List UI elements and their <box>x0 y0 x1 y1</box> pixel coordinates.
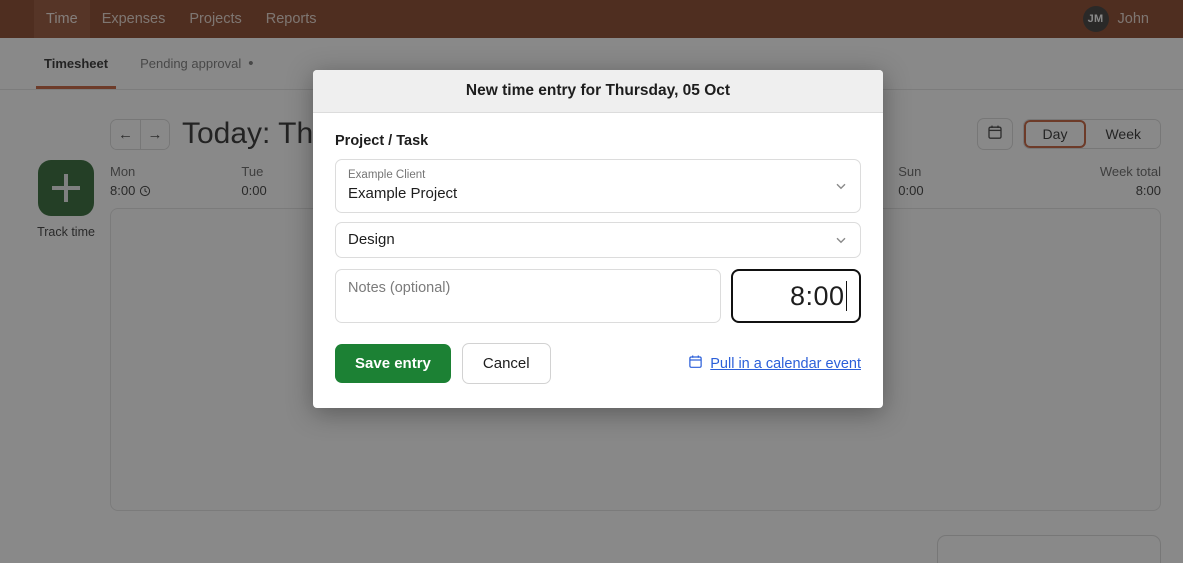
text-cursor <box>845 281 847 312</box>
cancel-button[interactable]: Cancel <box>461 343 551 385</box>
task-select[interactable]: Design <box>335 221 861 259</box>
project-select-text: Example Client Example Project <box>348 168 834 204</box>
pull-calendar-event-label: Pull in a calendar event <box>710 355 861 372</box>
dialog-actions: Save entry Cancel Pull in a calendar eve… <box>335 343 861 385</box>
notes-input[interactable]: Notes (optional) <box>335 269 721 324</box>
task-name: Design <box>348 230 395 248</box>
chevron-down-icon <box>834 233 848 247</box>
project-client-name: Example Client <box>348 169 426 181</box>
project-select[interactable]: Example Client Example Project <box>335 159 861 213</box>
app-root: Time Expenses Projects Reports JM John T… <box>0 0 1183 563</box>
calendar-icon <box>688 354 703 373</box>
project-task-label: Project / Task <box>335 133 429 149</box>
project-name: Example Project <box>348 184 458 202</box>
dialog-title: New time entry for Thursday, 05 Oct <box>313 70 883 113</box>
task-select-text: Design <box>348 230 834 250</box>
pull-calendar-event-link[interactable]: Pull in a calendar event <box>688 354 861 373</box>
notes-time-row: Notes (optional) 8:00 <box>335 269 861 324</box>
dialog-body: Project / Task Example Client Example Pr… <box>313 113 883 408</box>
new-time-entry-dialog: New time entry for Thursday, 05 Oct Proj… <box>313 70 883 409</box>
save-entry-button[interactable]: Save entry <box>335 344 451 384</box>
chevron-down-icon <box>834 179 848 193</box>
time-duration-input[interactable]: 8:00 <box>731 269 861 324</box>
time-duration-value: 8:00 <box>789 280 845 311</box>
